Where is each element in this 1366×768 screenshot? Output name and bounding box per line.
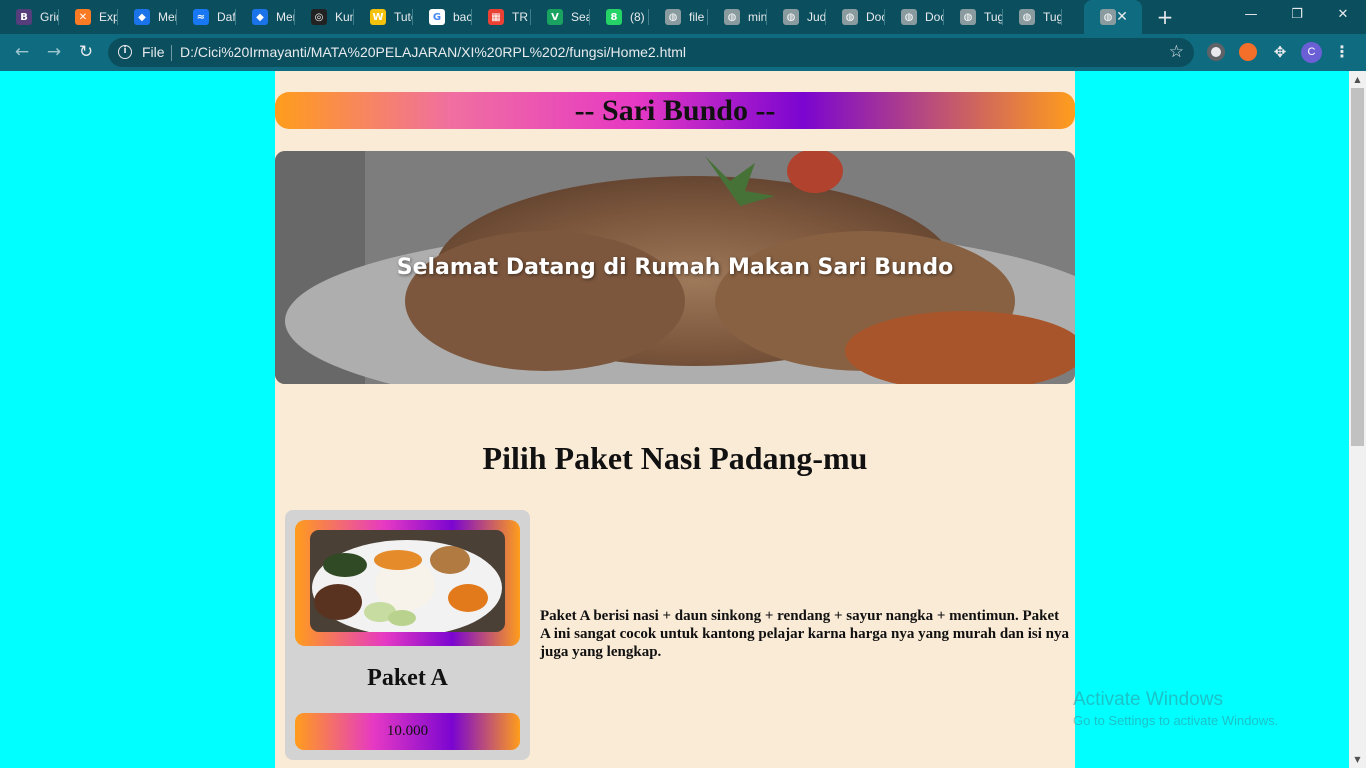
browser-tab[interactable]: ◆ Mer — [236, 0, 295, 34]
tab-title: mini — [748, 10, 767, 24]
tab-title: Mer — [158, 10, 177, 24]
browser-tab[interactable]: ◍ Tug — [1003, 0, 1062, 34]
content-container: -- Sari Bundo -- Selamat Datang di Rumah… — [275, 71, 1075, 768]
tab-title: Tuto — [394, 10, 413, 24]
tab-title: Jud — [807, 10, 826, 24]
tab-title: Exp — [99, 10, 118, 24]
browser-tab[interactable]: ◍ mini — [708, 0, 767, 34]
globe-icon: ◍ — [665, 9, 681, 25]
browser-tab[interactable]: ◍ ✕ — [1084, 0, 1142, 34]
tab-title: Sea — [571, 10, 590, 24]
back-button[interactable]: ← — [9, 39, 35, 65]
section-title: Pilih Paket Nasi Padang-mu — [482, 440, 868, 476]
scroll-down-arrow-icon[interactable]: ▼ — [1349, 751, 1366, 768]
nasi-padang-photo — [310, 530, 505, 632]
extensions-puzzle-icon[interactable]: ✥ — [1271, 43, 1289, 61]
code-bracket-icon: ◆ — [134, 9, 150, 25]
address-divider — [171, 45, 172, 61]
browser-tab[interactable]: ≈ Daft — [177, 0, 236, 34]
browser-tab[interactable]: ✕ Exp — [59, 0, 118, 34]
wave-icon: ≈ — [193, 9, 209, 25]
browser-tab[interactable]: Gbac — [413, 0, 472, 34]
watermark-line-2: Go to Settings to activate Windows. — [1073, 713, 1279, 728]
globe-icon: ◍ — [724, 9, 740, 25]
tab-title: (8) V — [630, 10, 649, 24]
site-scheme-label[interactable]: File — [142, 44, 165, 60]
tab-title: Daft — [217, 10, 236, 24]
address-bar[interactable]: i File D:/Cici%20Irmayanti/MATA%20PELAJA… — [108, 38, 1194, 67]
hero-banner: Selamat Datang di Rumah Makan Sari Bundo — [275, 151, 1075, 384]
window-close-button[interactable]: ✕ — [1320, 0, 1366, 32]
grid-color-icon: ▦ — [488, 9, 504, 25]
whatsapp-icon: 8 — [606, 9, 622, 25]
browser-tab[interactable]: 8 (8) V — [590, 0, 649, 34]
tab-separator — [1061, 9, 1062, 25]
scroll-up-arrow-icon[interactable]: ▲ — [1349, 71, 1366, 88]
hero-welcome-text: Selamat Datang di Rumah Makan Sari Bundo — [396, 255, 954, 280]
xampp-icon: ✕ — [75, 9, 91, 25]
package-price-button[interactable]: 10.000 — [295, 713, 520, 750]
profile-avatar[interactable]: C — [1301, 42, 1322, 63]
browser-menu-icon[interactable]: ⋮ — [1334, 40, 1350, 64]
package-card[interactable]: Paket A 10.000 — [285, 510, 530, 760]
reload-button[interactable]: ↻ — [73, 39, 99, 65]
globe-icon: ◍ — [960, 9, 976, 25]
browser-tab[interactable]: ◍ Doc — [885, 0, 944, 34]
package-title: Paket A — [367, 665, 448, 691]
browser-tab[interactable]: B Grid — [0, 0, 59, 34]
vee-icon: V — [547, 9, 563, 25]
windows-activation-watermark: Activate Windows Go to Settings to activ… — [1073, 689, 1343, 728]
globe-icon: ◍ — [842, 9, 858, 25]
url-text[interactable]: D:/Cici%20Irmayanti/MATA%20PELAJARAN/XI%… — [180, 44, 686, 60]
watermark-line-1: Activate Windows — [1073, 689, 1223, 710]
tab-title: Mer — [276, 10, 295, 24]
browser-tab[interactable]: W Tuto — [354, 0, 413, 34]
google-icon: G — [429, 9, 445, 25]
tab-title: file — [689, 10, 705, 24]
tab-title: Doc — [925, 10, 944, 24]
forward-button[interactable]: → — [41, 39, 67, 65]
ring-icon: ◎ — [311, 9, 327, 25]
browser-tab[interactable]: ▦ TR T — [472, 0, 531, 34]
tab-title: Doc — [866, 10, 885, 24]
extension-orange-icon[interactable] — [1239, 43, 1257, 61]
window-restore-button[interactable]: ❐ — [1274, 0, 1320, 32]
extension-circle-icon[interactable] — [1207, 43, 1225, 61]
browser-tab-strip: BGrid✕Exp◆Mer≈Daft◆Mer◎KunWTutoGbac▦TR T… — [0, 0, 1366, 34]
tab-title: bac — [453, 10, 472, 24]
package-image — [310, 530, 505, 632]
package-description: Paket A berisi nasi + daun sinkong + ren… — [540, 608, 1070, 660]
tab-title: Tug — [1043, 10, 1062, 24]
package-image-frame — [295, 520, 520, 646]
window-minimize-button[interactable]: — — [1228, 0, 1274, 32]
site-header: -- Sari Bundo -- — [275, 92, 1075, 129]
tab-title: Grid — [40, 10, 59, 24]
scroll-thumb[interactable] — [1351, 88, 1364, 446]
browser-tab[interactable]: ◍ Jud — [767, 0, 826, 34]
info-icon[interactable]: i — [118, 45, 132, 59]
bootstrap-icon: B — [16, 9, 32, 25]
browser-tab[interactable]: ◍ Tug — [944, 0, 1003, 34]
w3-icon: W — [370, 9, 386, 25]
globe-icon: ◍ — [783, 9, 799, 25]
tab-title: Tug — [984, 10, 1003, 24]
browser-tab[interactable]: ◍ Doc — [826, 0, 885, 34]
tab-close-icon[interactable]: ✕ — [1114, 9, 1130, 25]
page-viewport: -- Sari Bundo -- Selamat Datang di Rumah… — [0, 71, 1349, 768]
globe-icon: ◍ — [1019, 9, 1035, 25]
tab-title: Kun — [335, 10, 354, 24]
browser-tab[interactable]: ◆ Mer — [118, 0, 177, 34]
code-bracket-icon: ◆ — [252, 9, 268, 25]
browser-toolbar: ← → ↻ i File D:/Cici%20Irmayanti/MATA%20… — [0, 34, 1366, 71]
new-tab-button[interactable]: + — [1153, 5, 1177, 29]
tab-title: TR T — [512, 10, 531, 24]
globe-icon: ◍ — [901, 9, 917, 25]
vertical-scrollbar[interactable]: ▲ ▼ — [1349, 71, 1366, 768]
bookmark-star-icon[interactable]: ☆ — [1169, 42, 1184, 62]
browser-tab[interactable]: ◍ file — [649, 0, 708, 34]
browser-tab[interactable]: V Sea — [531, 0, 590, 34]
browser-tab[interactable]: ◎ Kun — [295, 0, 354, 34]
